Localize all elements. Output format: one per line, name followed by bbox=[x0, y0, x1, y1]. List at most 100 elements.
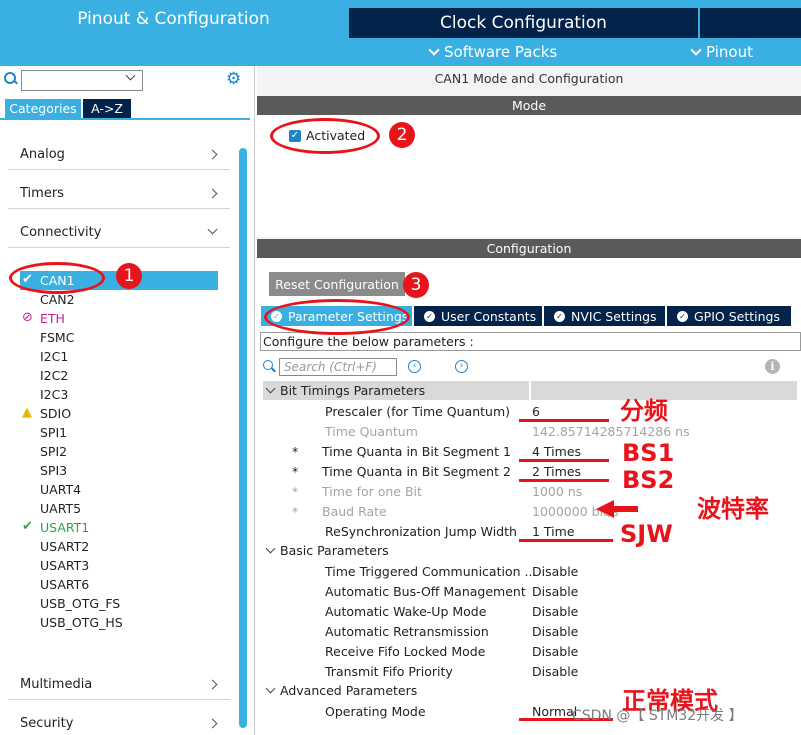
pinout-menu[interactable]: Pinout bbox=[690, 38, 753, 66]
parameter-value[interactable]: Disable bbox=[532, 584, 578, 599]
parameter-value[interactable]: Disable bbox=[532, 604, 578, 619]
peripheral-item[interactable]: I2C1 bbox=[40, 347, 68, 366]
parameter-row[interactable]: Automatic Wake-Up Mode Disable bbox=[257, 601, 801, 621]
parameter-row[interactable]: Automatic Bus-Off Management Disable bbox=[257, 581, 801, 601]
search-combo[interactable] bbox=[21, 70, 143, 91]
parameter-value[interactable]: Disable bbox=[532, 624, 578, 639]
parameter-value[interactable]: Normal bbox=[532, 704, 577, 719]
peripheral-item[interactable]: SDIO bbox=[40, 404, 71, 423]
category-security[interactable]: Security bbox=[8, 709, 230, 735]
chevron-right-icon bbox=[207, 149, 218, 160]
parameter-row[interactable]: Automatic Retransmission Disable bbox=[257, 621, 801, 641]
peripheral-item[interactable]: I2C2 bbox=[40, 366, 68, 385]
peripheral-item[interactable]: USART3 bbox=[40, 556, 89, 575]
parameter-row[interactable]: Prescaler (for Time Quantum) 6 bbox=[257, 401, 801, 421]
peripheral-label: USART2 bbox=[40, 539, 90, 554]
parameter-row[interactable]: ReSynchronization Jump Width 1 Time bbox=[257, 521, 801, 541]
previous-icon[interactable]: ‹ bbox=[408, 360, 421, 373]
tab-gpio-settings[interactable]: ✓ GPIO Settings bbox=[667, 306, 791, 326]
peripheral-label: SPI3 bbox=[40, 463, 68, 478]
search-icon[interactable] bbox=[4, 72, 18, 86]
peripheral-item[interactable]: USART6 bbox=[40, 575, 89, 594]
scrollbar[interactable] bbox=[239, 148, 247, 728]
info-icon[interactable]: i bbox=[765, 359, 780, 374]
category-label: Connectivity bbox=[20, 225, 102, 240]
software-packs-label: Software Packs bbox=[444, 43, 558, 61]
annotation-ellipse-activated bbox=[270, 118, 380, 154]
tab-user-constants[interactable]: ✓ User Constants bbox=[414, 306, 542, 326]
parameter-value[interactable]: 4 Times bbox=[532, 444, 581, 459]
peripheral-label: USART1 bbox=[40, 520, 90, 535]
column-divider bbox=[529, 381, 531, 400]
az-tab[interactable]: A->Z bbox=[83, 99, 131, 118]
parameter-value[interactable]: Disable bbox=[532, 644, 578, 659]
category-timers[interactable]: Timers bbox=[8, 179, 230, 209]
parameter-name: Baud Rate bbox=[322, 504, 387, 519]
search-icon[interactable] bbox=[263, 360, 277, 374]
peripheral-item[interactable]: SPI3 bbox=[40, 461, 67, 480]
software-packs-menu[interactable]: Software Packs bbox=[428, 38, 558, 66]
category-label: Security bbox=[20, 716, 74, 731]
parameter-value[interactable]: Disable bbox=[532, 564, 578, 579]
parameter-value[interactable]: 142.85714285714286 ns bbox=[532, 424, 690, 439]
peripheral-item[interactable]: I2C3 bbox=[40, 385, 68, 404]
tab-extra[interactable] bbox=[700, 8, 801, 38]
annotation-baud-rate: 波特率 bbox=[697, 495, 769, 523]
parameter-value[interactable]: 6 bbox=[532, 404, 540, 419]
gear-icon[interactable]: ⚙ bbox=[226, 71, 241, 88]
parameter-row[interactable]: Time Triggered Communication ... Disable bbox=[257, 561, 801, 581]
peripheral-item[interactable]: USART1 bbox=[40, 518, 89, 537]
annotation-number-1: 1 bbox=[116, 263, 142, 289]
chevron-down-icon[interactable] bbox=[125, 70, 136, 81]
top-bar: Pinout & Configuration Clock Configurati… bbox=[0, 0, 801, 66]
parameter-value[interactable]: 2 Times bbox=[532, 464, 581, 479]
tab-nvic-settings[interactable]: ✓ NVIC Settings bbox=[544, 306, 665, 326]
parameter-row[interactable]: Receive Fifo Locked Mode Disable bbox=[257, 641, 801, 661]
parameter-row[interactable]: * Time Quanta in Bit Segment 1 4 Times bbox=[257, 441, 801, 461]
tab-label: NVIC Settings bbox=[571, 308, 657, 324]
check-icon: ✓ bbox=[677, 310, 688, 322]
peripheral-label: UART4 bbox=[40, 482, 82, 497]
left-panel: ⚙ Categories A->Z Analog Timers Connecti… bbox=[0, 66, 255, 735]
peripheral-item[interactable]: SPI2 bbox=[40, 442, 67, 461]
annotation-arrow-shaft bbox=[612, 506, 638, 512]
peripheral-item[interactable]: USB_OTG_FS bbox=[40, 594, 120, 613]
parameter-name: Automatic Wake-Up Mode bbox=[325, 604, 487, 619]
annotation-ellipse-can1 bbox=[9, 262, 105, 294]
category-analog[interactable]: Analog bbox=[8, 140, 230, 170]
parameter-row[interactable]: * Time Quanta in Bit Segment 2 2 Times bbox=[257, 461, 801, 481]
parameter-search-input[interactable]: Search (Ctrl+F) bbox=[279, 358, 397, 376]
peripheral-item[interactable]: FSMC bbox=[40, 328, 74, 347]
parameter-name: Time Quanta in Bit Segment 2 bbox=[322, 464, 511, 479]
peripheral-item[interactable]: USB_OTG_HS bbox=[40, 613, 123, 632]
peripheral-item[interactable]: ETH bbox=[40, 309, 65, 328]
chevron-down-icon bbox=[428, 43, 440, 56]
peripheral-item[interactable]: UART5 bbox=[40, 499, 81, 518]
category-connectivity[interactable]: Connectivity bbox=[8, 218, 230, 248]
categories-tab[interactable]: Categories bbox=[5, 99, 81, 118]
annotation-bs2: BS2 bbox=[622, 466, 675, 494]
peripheral-item[interactable]: SPI1 bbox=[40, 423, 67, 442]
peripheral-label: USB_OTG_FS bbox=[40, 596, 121, 611]
parameter-row[interactable]: Transmit Fifo Priority Disable bbox=[257, 661, 801, 681]
annotation-number-3: 3 bbox=[403, 272, 429, 298]
parameter-name: Transmit Fifo Priority bbox=[325, 664, 453, 679]
parameter-value[interactable]: 1000 ns bbox=[532, 484, 582, 499]
parameter-name: Receive Fifo Locked Mode bbox=[325, 644, 486, 659]
peripheral-label: UART5 bbox=[40, 501, 82, 516]
parameter-value[interactable]: 1 Time bbox=[532, 524, 575, 539]
category-multimedia[interactable]: Multimedia bbox=[8, 670, 230, 700]
chevron-down-icon bbox=[265, 683, 276, 694]
peripheral-item[interactable]: USART2 bbox=[40, 537, 89, 556]
warning-icon: ▲ bbox=[22, 405, 32, 420]
parameter-row[interactable]: Time Quantum 142.85714285714286 ns bbox=[257, 421, 801, 441]
tab-pinout-configuration[interactable]: Pinout & Configuration bbox=[0, 0, 347, 38]
parameter-value[interactable]: Disable bbox=[532, 664, 578, 679]
tab-clock-configuration[interactable]: Clock Configuration bbox=[349, 8, 698, 38]
annotation-underline bbox=[519, 479, 609, 482]
next-icon[interactable]: › bbox=[455, 360, 468, 373]
group-basic-parameters[interactable]: Basic Parameters bbox=[263, 541, 797, 560]
peripheral-item[interactable]: UART4 bbox=[40, 480, 81, 499]
divider bbox=[0, 118, 250, 120]
reset-configuration-button[interactable]: Reset Configuration bbox=[269, 272, 405, 296]
